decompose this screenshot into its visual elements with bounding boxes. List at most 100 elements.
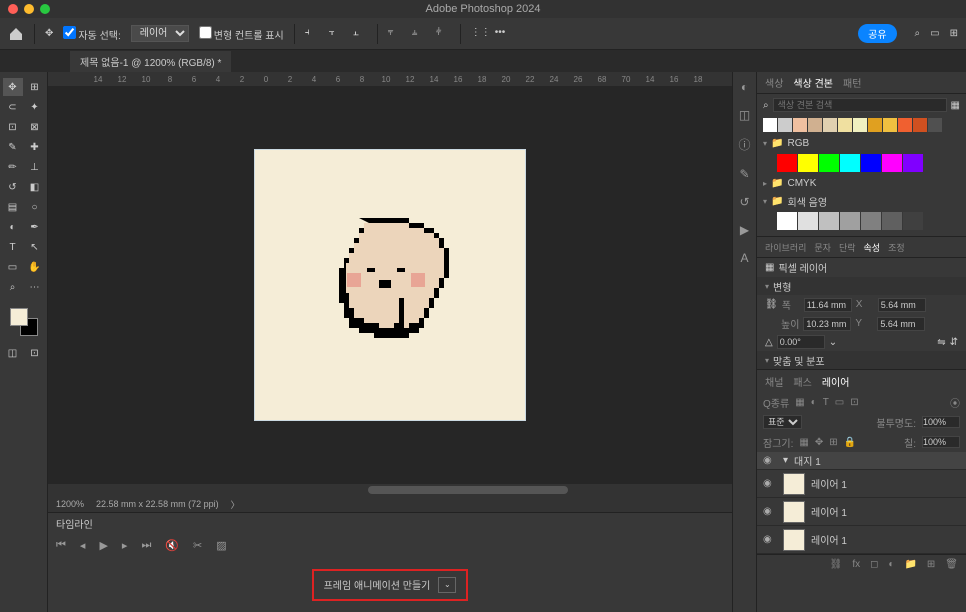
quickmask-tool[interactable]: ◫: [3, 344, 23, 362]
swatch[interactable]: [898, 118, 912, 132]
swatch[interactable]: [903, 212, 923, 230]
swatch[interactable]: [861, 212, 881, 230]
home-icon[interactable]: [8, 26, 24, 42]
swatch[interactable]: [819, 154, 839, 172]
edit-toolbar[interactable]: ⋯: [25, 278, 45, 296]
distribute-icon[interactable]: ⋮⋮: [471, 27, 485, 41]
zoom-tool[interactable]: ⌕: [3, 278, 23, 296]
rgb-folder[interactable]: 📁RGB: [757, 134, 966, 152]
swatch[interactable]: [840, 154, 860, 172]
link-icon[interactable]: ⛓: [765, 299, 778, 310]
lasso-tool[interactable]: ⊂: [3, 98, 23, 116]
swatch[interactable]: [823, 118, 837, 132]
heal-tool[interactable]: ✚: [25, 138, 45, 156]
fill-input[interactable]: [922, 436, 960, 448]
document-tab[interactable]: 제목 없음-1 @ 1200% (RGB/8) *: [70, 51, 231, 72]
layer-row[interactable]: ◉ 레이어 1: [757, 498, 966, 526]
grayscale-folder[interactable]: 📁회색 음영: [757, 192, 966, 210]
foreground-color[interactable]: [10, 308, 28, 326]
info-icon[interactable]: ⓘ: [738, 136, 750, 153]
x-input[interactable]: [878, 298, 926, 312]
filter-type-icon[interactable]: T: [823, 397, 829, 408]
swatch[interactable]: [883, 118, 897, 132]
artboard[interactable]: [254, 149, 526, 421]
blend-mode-dropdown[interactable]: 표준: [763, 415, 802, 429]
lock-all-icon[interactable]: 🔒: [844, 437, 856, 448]
share-button[interactable]: 공유: [858, 24, 896, 43]
tab-swatches[interactable]: 색상 견본: [793, 75, 833, 90]
type-icon[interactable]: A: [740, 251, 748, 265]
swatch[interactable]: [777, 212, 797, 230]
move-tool[interactable]: ✥: [3, 78, 23, 96]
opacity-input[interactable]: [922, 416, 960, 428]
filter-shape-icon[interactable]: ▭: [835, 397, 844, 408]
align-right-icon[interactable]: ⫠: [353, 27, 367, 41]
canvas-viewport[interactable]: 대지 1: [48, 86, 732, 484]
pen-tool[interactable]: ✒: [25, 218, 45, 236]
audio-button[interactable]: 🔇: [165, 539, 179, 552]
actions-icon[interactable]: ▶: [740, 223, 749, 237]
visibility-icon[interactable]: ◉: [763, 455, 777, 466]
transition-button[interactable]: ▨: [216, 539, 226, 552]
stamp-tool[interactable]: ⊥: [25, 158, 45, 176]
align-center-h-icon[interactable]: ⫟: [329, 27, 343, 41]
swatch[interactable]: [838, 118, 852, 132]
swatch[interactable]: [778, 118, 792, 132]
first-frame-button[interactable]: ⏮: [56, 539, 66, 552]
transform-controls-checkbox[interactable]: 변형 컨트롤 표시: [199, 26, 284, 42]
tab-patterns[interactable]: 패턴: [843, 75, 861, 90]
tab-adjustments[interactable]: 조정: [888, 241, 905, 254]
swatch[interactable]: [861, 154, 881, 172]
swatch[interactable]: [882, 212, 902, 230]
filter-smart-icon[interactable]: ⊡: [850, 397, 858, 408]
brush-tool[interactable]: ✏: [3, 158, 23, 176]
height-input[interactable]: [803, 317, 851, 331]
filter-pixel-icon[interactable]: ▦: [795, 397, 804, 408]
dodge-tool[interactable]: ◐: [3, 218, 23, 236]
filter-adjust-icon[interactable]: ◐: [811, 397, 817, 408]
adjustment-layer-icon[interactable]: ◐: [888, 559, 894, 570]
tab-libraries[interactable]: 라이브러리: [765, 241, 806, 254]
cmyk-folder[interactable]: 📁CMYK: [757, 174, 966, 192]
y-input[interactable]: [877, 317, 925, 331]
width-input[interactable]: [804, 298, 852, 312]
more-icon[interactable]: •••: [495, 27, 509, 41]
layer-name[interactable]: 레이어 1: [811, 476, 847, 491]
path-tool[interactable]: ↖: [25, 238, 45, 256]
swatch[interactable]: [853, 118, 867, 132]
swatch[interactable]: [763, 118, 777, 132]
swatch[interactable]: [840, 212, 860, 230]
adjustments-icon[interactable]: ◐: [741, 80, 748, 94]
prev-frame-button[interactable]: ◂: [80, 539, 86, 552]
swatch[interactable]: [808, 118, 822, 132]
tab-paths[interactable]: 패스: [793, 374, 811, 389]
layer-mask-icon[interactable]: ◻: [870, 559, 878, 570]
artboard-tool[interactable]: ⊞: [25, 78, 45, 96]
chevron-down-icon[interactable]: ▾: [783, 455, 788, 466]
align-section[interactable]: 맞춤 및 분포: [757, 351, 966, 369]
eyedropper-tool[interactable]: ✎: [3, 138, 23, 156]
layer-row[interactable]: ◉ 레이어 1: [757, 526, 966, 554]
tab-layers[interactable]: 레이어: [822, 374, 850, 389]
split-button[interactable]: ✂: [193, 539, 202, 552]
gradient-tool[interactable]: ▤: [3, 198, 23, 216]
align-center-v-icon[interactable]: ⫨: [412, 27, 426, 41]
flip-v-icon[interactable]: ⇵: [950, 337, 958, 348]
type-tool[interactable]: T: [3, 238, 23, 256]
close-window-button[interactable]: [8, 4, 18, 14]
layer-style-icon[interactable]: fx: [852, 559, 860, 570]
history-icon[interactable]: ↺: [739, 195, 749, 209]
lock-nesting-icon[interactable]: ⊞: [829, 437, 837, 448]
swatch[interactable]: [777, 154, 797, 172]
notify-icon[interactable]: ⊞: [950, 28, 958, 39]
lock-pixels-icon[interactable]: ▦: [799, 437, 808, 448]
swatch[interactable]: [928, 118, 942, 132]
swatch[interactable]: [868, 118, 882, 132]
angle-input[interactable]: [777, 335, 825, 349]
swatch-view-icon[interactable]: ▦: [951, 100, 960, 111]
swatch[interactable]: [798, 212, 818, 230]
last-frame-button[interactable]: ⏭: [141, 539, 151, 552]
chevron-down-icon[interactable]: ⌄: [829, 337, 837, 348]
filter-toggle[interactable]: ⦿: [950, 395, 960, 410]
layer-row[interactable]: ◉ 레이어 1: [757, 470, 966, 498]
